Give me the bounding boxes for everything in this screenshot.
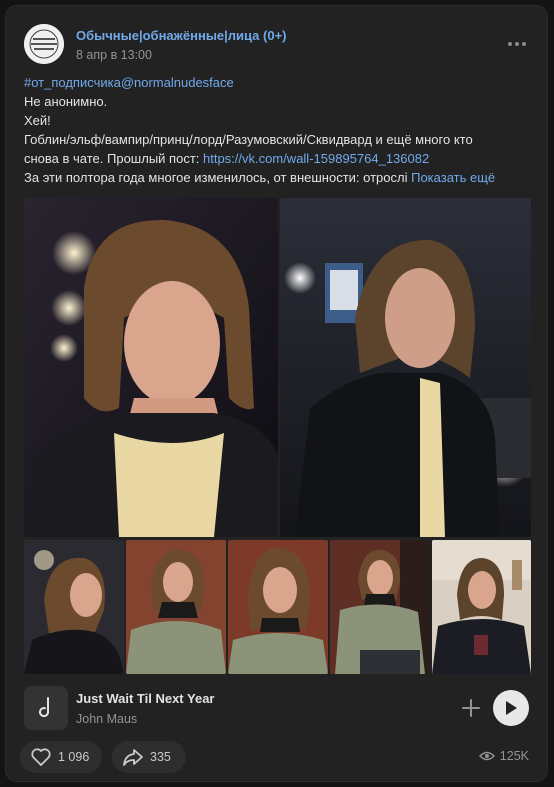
photo-1[interactable] xyxy=(24,198,278,537)
post-text-line: Гоблин/эльф/вампир/принц/лорд/Разумовски… xyxy=(24,132,473,148)
show-more-link[interactable]: Показать ещё xyxy=(411,170,495,185)
views-count: 125K xyxy=(499,749,529,763)
play-icon[interactable] xyxy=(493,690,529,726)
heart-icon xyxy=(31,748,51,766)
photo-gallery xyxy=(24,198,531,674)
audio-artist[interactable]: John Maus xyxy=(76,712,137,726)
share-button[interactable]: 335 xyxy=(112,741,186,773)
previous-post-link[interactable]: https://vk.com/wall-159895764_136082 xyxy=(203,151,429,166)
hashtag-link[interactable]: #от_подписчика@normalnudesface xyxy=(24,75,234,90)
group-avatar[interactable] xyxy=(24,24,64,64)
post-text-line: Не анонимно. xyxy=(24,94,108,110)
likes-count: 1 096 xyxy=(58,750,90,764)
post-header: Обычные|обнажённые|лица (0+) 8 апр в 13:… xyxy=(24,24,529,68)
post-text: #от_подписчика@normalnudesface Не аноним… xyxy=(24,73,529,188)
post-text-line: снова в чате. Прошлый пост: xyxy=(24,151,203,167)
photo-7[interactable] xyxy=(432,540,531,674)
shares-count: 335 xyxy=(150,750,171,764)
share-arrow-icon xyxy=(123,749,143,766)
post-text-line: Хей! xyxy=(24,113,51,129)
group-name-link[interactable]: Обычные|обнажённые|лица (0+) xyxy=(76,28,287,43)
post-date[interactable]: 8 апр в 13:00 xyxy=(76,48,152,62)
audio-title[interactable]: Just Wait Til Next Year xyxy=(76,691,214,706)
post-actions: 1 096 335 125K xyxy=(20,741,533,775)
eye-icon xyxy=(478,751,495,761)
photo-3[interactable] xyxy=(24,540,124,674)
photo-4[interactable] xyxy=(126,540,226,674)
like-button[interactable]: 1 096 xyxy=(20,741,102,773)
audio-attachment[interactable]: Just Wait Til Next Year John Maus xyxy=(24,686,529,732)
more-dots-icon[interactable] xyxy=(505,34,529,54)
post-text-line: За эти полтора года многое изменилось, о… xyxy=(24,170,408,186)
group-logo xyxy=(24,24,64,64)
plus-icon[interactable] xyxy=(459,696,483,720)
music-note-icon xyxy=(24,686,68,730)
views-counter: 125K xyxy=(478,749,529,763)
photo-5[interactable] xyxy=(228,540,328,674)
photo-6[interactable] xyxy=(330,540,430,674)
photo-2[interactable] xyxy=(280,198,531,537)
post-card: Обычные|обнажённые|лица (0+) 8 апр в 13:… xyxy=(5,5,548,782)
